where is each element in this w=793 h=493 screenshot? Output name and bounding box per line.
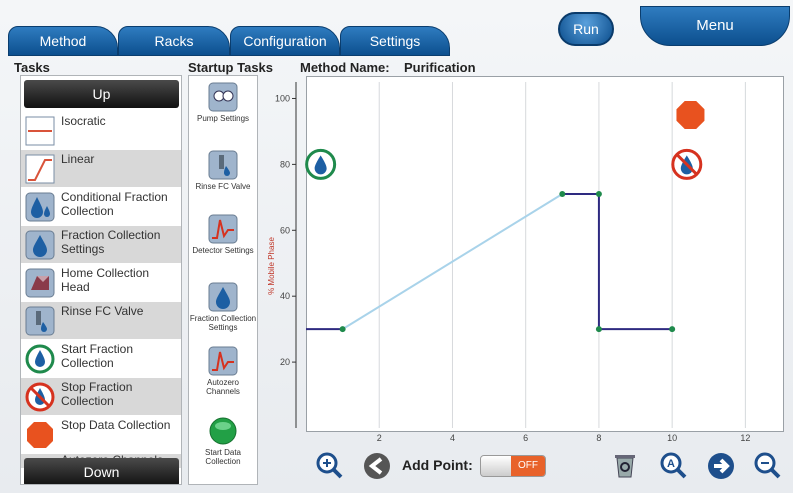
tab-method-label: Method bbox=[39, 33, 87, 49]
stop-octagon-icon bbox=[27, 422, 53, 448]
home-head-icon bbox=[25, 268, 55, 298]
tab-configuration-label: Configuration bbox=[243, 33, 327, 49]
tab-settings[interactable]: Settings bbox=[340, 26, 450, 56]
delete-icon[interactable] bbox=[610, 450, 640, 480]
task-label: Conditional Fraction Collection bbox=[61, 190, 168, 218]
down-button[interactable]: Down bbox=[24, 458, 179, 484]
tasks-header: Tasks bbox=[14, 60, 50, 75]
task-label: Fraction Collection Settings bbox=[61, 228, 161, 256]
task-label: Stop Data Collection bbox=[61, 418, 171, 432]
data-point bbox=[339, 326, 346, 333]
data-point bbox=[559, 191, 566, 198]
startup-label: Detector Settings bbox=[192, 246, 254, 255]
autoscale-icon[interactable]: A bbox=[658, 450, 688, 480]
startup-label: Pump Settings bbox=[196, 114, 250, 123]
add-point-label: Add Point: bbox=[402, 457, 473, 473]
task-label: Home Collection Head bbox=[61, 266, 150, 294]
svg-text:A: A bbox=[667, 458, 675, 470]
task-start-fraction[interactable]: Start Fraction Collection bbox=[21, 340, 181, 377]
tab-bar: Method Racks Configuration Settings Run … bbox=[0, 0, 793, 58]
stop-data-marker-icon bbox=[676, 100, 705, 129]
up-button[interactable]: Up bbox=[24, 80, 179, 108]
start-fraction-icon bbox=[25, 344, 55, 374]
tab-racks-label: Racks bbox=[154, 33, 194, 49]
tab-racks[interactable]: Racks bbox=[118, 26, 230, 56]
valve-icon bbox=[208, 150, 238, 180]
forward-arrow-icon[interactable] bbox=[706, 451, 736, 481]
tab-configuration[interactable]: Configuration bbox=[230, 26, 340, 56]
toggle-knob bbox=[481, 456, 511, 476]
droplet-icon bbox=[25, 230, 55, 260]
startup-label: Autozero Channels bbox=[206, 378, 240, 396]
task-label: Rinse FC Valve bbox=[61, 304, 144, 318]
back-arrow-icon[interactable] bbox=[362, 451, 392, 481]
task-stop-data[interactable]: Stop Data Collection bbox=[21, 416, 181, 453]
pump-icon bbox=[208, 82, 238, 112]
conditional-fraction-icon bbox=[25, 192, 55, 222]
method-name-label: Method Name: bbox=[300, 60, 390, 75]
tab-settings-label: Settings bbox=[369, 33, 421, 49]
task-label: Linear bbox=[61, 152, 95, 166]
task-fraction-settings[interactable]: Fraction Collection Settings bbox=[21, 226, 181, 263]
task-conditional-fraction[interactable]: Conditional Fraction Collection bbox=[21, 188, 181, 225]
startup-tasks-panel: Pump Settings Rinse FC Valve Detector Se… bbox=[188, 75, 258, 485]
detector-icon bbox=[208, 214, 238, 244]
autozero-icon bbox=[208, 346, 238, 376]
y-tick-label: 100 bbox=[275, 93, 290, 103]
startup-label: Start Data Collection bbox=[204, 448, 241, 466]
zoom-out-icon[interactable] bbox=[752, 450, 782, 480]
startup-tasks-header: Startup Tasks bbox=[188, 60, 274, 75]
task-rinse-valve[interactable]: Rinse FC Valve bbox=[21, 302, 181, 339]
task-stop-fraction[interactable]: Stop Fraction Collection bbox=[21, 378, 181, 415]
zoom-in-icon[interactable] bbox=[314, 450, 344, 480]
task-label: Start Fraction Collection bbox=[61, 342, 134, 370]
droplet-icon bbox=[208, 282, 238, 312]
gradient-chart[interactable]: % Mobile Phase 2 4 6 8 10 1220406080100 bbox=[264, 76, 786, 456]
data-point bbox=[669, 326, 676, 333]
method-name-value: Purification bbox=[404, 60, 476, 75]
y-axis-label: % Mobile Phase bbox=[267, 237, 276, 295]
startup-fraction-settings[interactable]: Fraction Collection Settings bbox=[189, 282, 257, 332]
tasks-panel: Up Isocratic Linear Conditional Fraction… bbox=[20, 75, 182, 485]
task-label: Isocratic bbox=[61, 114, 106, 128]
toggle-state: OFF bbox=[511, 456, 545, 476]
run-button[interactable]: Run bbox=[558, 12, 614, 46]
linear-icon bbox=[25, 154, 55, 184]
task-home-head[interactable]: Home Collection Head bbox=[21, 264, 181, 301]
startup-label: Fraction Collection Settings bbox=[189, 314, 257, 332]
y-tick-label: 40 bbox=[280, 291, 290, 301]
startup-autozero[interactable]: Autozero Channels bbox=[189, 346, 257, 396]
isocratic-icon bbox=[25, 116, 55, 146]
valve-icon bbox=[25, 306, 55, 336]
tab-method[interactable]: Method bbox=[8, 26, 118, 56]
task-label: Stop Fraction Collection bbox=[61, 380, 133, 408]
data-point bbox=[595, 326, 602, 333]
menu-button[interactable]: Menu bbox=[640, 6, 790, 46]
startup-label: Rinse FC Valve bbox=[195, 182, 251, 191]
y-tick-label: 20 bbox=[280, 357, 290, 367]
startup-rinse-valve[interactable]: Rinse FC Valve bbox=[189, 150, 257, 191]
y-tick-label: 60 bbox=[280, 225, 290, 235]
add-point-toggle[interactable]: OFF bbox=[480, 455, 546, 477]
data-point bbox=[595, 191, 602, 198]
startup-detector-settings[interactable]: Detector Settings bbox=[189, 214, 257, 255]
green-circle-icon bbox=[209, 417, 237, 445]
app-window: Method Racks Configuration Settings Run … bbox=[0, 0, 793, 493]
stop-fraction-icon bbox=[25, 382, 55, 412]
task-linear[interactable]: Linear bbox=[21, 150, 181, 187]
y-tick-label: 80 bbox=[280, 159, 290, 169]
startup-pump-settings[interactable]: Pump Settings bbox=[189, 82, 257, 123]
task-isocratic[interactable]: Isocratic bbox=[21, 112, 181, 149]
startup-start-data[interactable]: Start Data Collection bbox=[189, 416, 257, 466]
